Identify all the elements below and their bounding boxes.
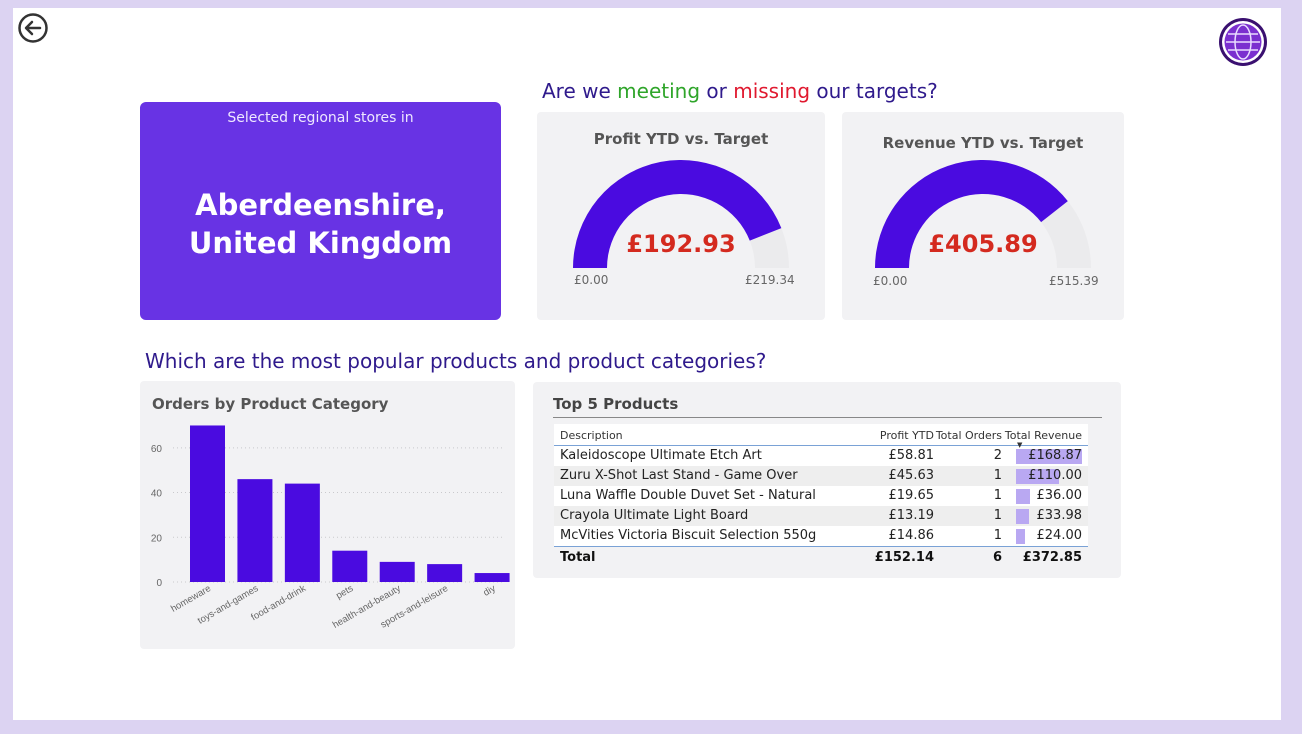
cell-revenue: £110.00 [1028,468,1082,483]
table-row[interactable]: Crayola Ultimate Light Board £13.19 1 £33.9… [554,506,1088,526]
header-description[interactable]: Description [560,429,623,442]
cell-profit: £13.19 [888,508,935,523]
gauge-max-label: £219.34 [745,273,795,287]
top-products-panel[interactable]: Top 5 Products Description Profit YTD To… [533,382,1121,578]
heading-text: our targets? [810,79,938,103]
x-tick-label: pets [334,583,355,602]
cell-description: Zuru X-Shot Last Stand - Game Over [560,468,798,483]
cell-description: Luna Waffle Double Duvet Set - Natural [560,488,816,503]
table-row[interactable]: Luna Waffle Double Duvet Set - Natural £1… [554,486,1088,506]
meeting-word: meeting [617,79,701,103]
cell-orders: 1 [993,528,1002,543]
revenue-data-bar [1016,509,1030,524]
cell-revenue: £24.00 [1036,528,1083,543]
region-name: Aberdeenshire, United Kingdom [188,188,453,260]
gauge-min-label: £0.00 [873,274,908,288]
cell-revenue: £168.87 [1028,448,1082,463]
title-divider [553,417,1102,418]
cell-description: Crayola Ultimate Light Board [560,508,749,523]
globe-logo-icon [1219,18,1267,66]
total-label: Total [560,550,596,565]
targets-question-heading: Are we meeting or missing our targets? [542,79,938,103]
cell-description: McVities Victoria Biscuit Selection 550g [560,528,817,543]
missing-word: missing [733,79,811,103]
cell-profit: £19.65 [888,488,935,503]
y-tick-label: 60 [151,444,163,455]
back-arrow-icon[interactable] [17,12,49,44]
cell-orders: 2 [993,448,1002,463]
top-products-table: Description Profit YTD Total Orders Tota… [554,424,1088,568]
header-profit[interactable]: Profit YTD [880,429,934,442]
heading-text: or [700,79,734,103]
table-row[interactable]: Zuru X-Shot Last Stand - Game Over £45.63… [554,466,1088,486]
revenue-data-bar [1016,529,1026,544]
cell-revenue: £33.98 [1036,508,1083,523]
table-header: Description Profit YTD Total Orders Tota… [554,424,1088,449]
bar-diy[interactable] [474,573,510,582]
y-tick-label: 20 [151,533,163,544]
region-subtitle: Selected regional stores in [227,110,414,126]
bar-sports-and-leisure[interactable] [427,564,463,582]
bar-food-and-drink[interactable] [284,483,320,582]
y-tick-label: 0 [156,578,162,589]
gauge-max-label: £515.39 [1049,274,1099,288]
revenue-data-bar [1016,489,1031,504]
table-title: Top 5 Products [553,395,679,413]
bar-pets[interactable] [332,550,368,582]
heading-text: Are we [542,79,618,103]
bar-health-and-beauty[interactable] [379,561,415,582]
cell-revenue: £36.00 [1036,488,1083,503]
cell-profit: £14.86 [888,528,935,543]
products-question-heading: Which are the most popular products and … [145,349,767,373]
table-body: Kaleidoscope Ultimate Etch Art £58.81 2 £16… [554,446,1088,546]
total-profit: £152.14 [874,550,934,565]
selected-region-card[interactable]: Selected regional stores in Aberdeenshir… [140,102,501,320]
bar-toys-and-games[interactable] [237,479,273,582]
gauge-value: £405.89 [928,230,1038,258]
table-row[interactable]: McVities Victoria Biscuit Selection 550g… [554,526,1088,546]
table-row[interactable]: Kaleidoscope Ultimate Etch Art £58.81 2 £16… [554,446,1088,466]
bar-homeware[interactable] [190,425,225,582]
orders-bar-chart: 0204060homewaretoys-and-gamesfood-and-dr… [151,425,510,631]
cell-orders: 1 [993,488,1002,503]
orders-by-category-panel[interactable]: Orders by Product Category 0 20 40 60 homewa… [140,381,515,649]
cell-orders: 1 [993,508,1002,523]
table-total-row: Total £152.14 6 £372.85 [554,546,1088,568]
total-revenue: £372.85 [1022,550,1082,565]
cell-description: Kaleidoscope Ultimate Etch Art [560,448,762,463]
profit-gauge-panel[interactable]: Profit YTD vs. Target £192.93 £0.00 £219… [537,112,825,320]
profit-gauge [573,160,789,268]
total-orders: 6 [992,550,1002,565]
gauge-min-label: £0.00 [574,273,609,287]
header-orders[interactable]: Total Orders [936,429,1002,442]
gauge-value: £192.93 [626,230,736,258]
revenue-gauge-panel[interactable]: Revenue YTD vs. Target £405.89 £0.00 £51… [842,112,1124,320]
y-tick-label: 40 [151,489,163,500]
revenue-gauge [875,159,1091,268]
cell-orders: 1 [993,468,1002,483]
cell-profit: £45.63 [888,468,935,483]
header-revenue[interactable]: Total Revenue [1005,429,1082,442]
x-tick-label: diy [482,583,498,599]
cell-profit: £58.81 [888,448,935,463]
